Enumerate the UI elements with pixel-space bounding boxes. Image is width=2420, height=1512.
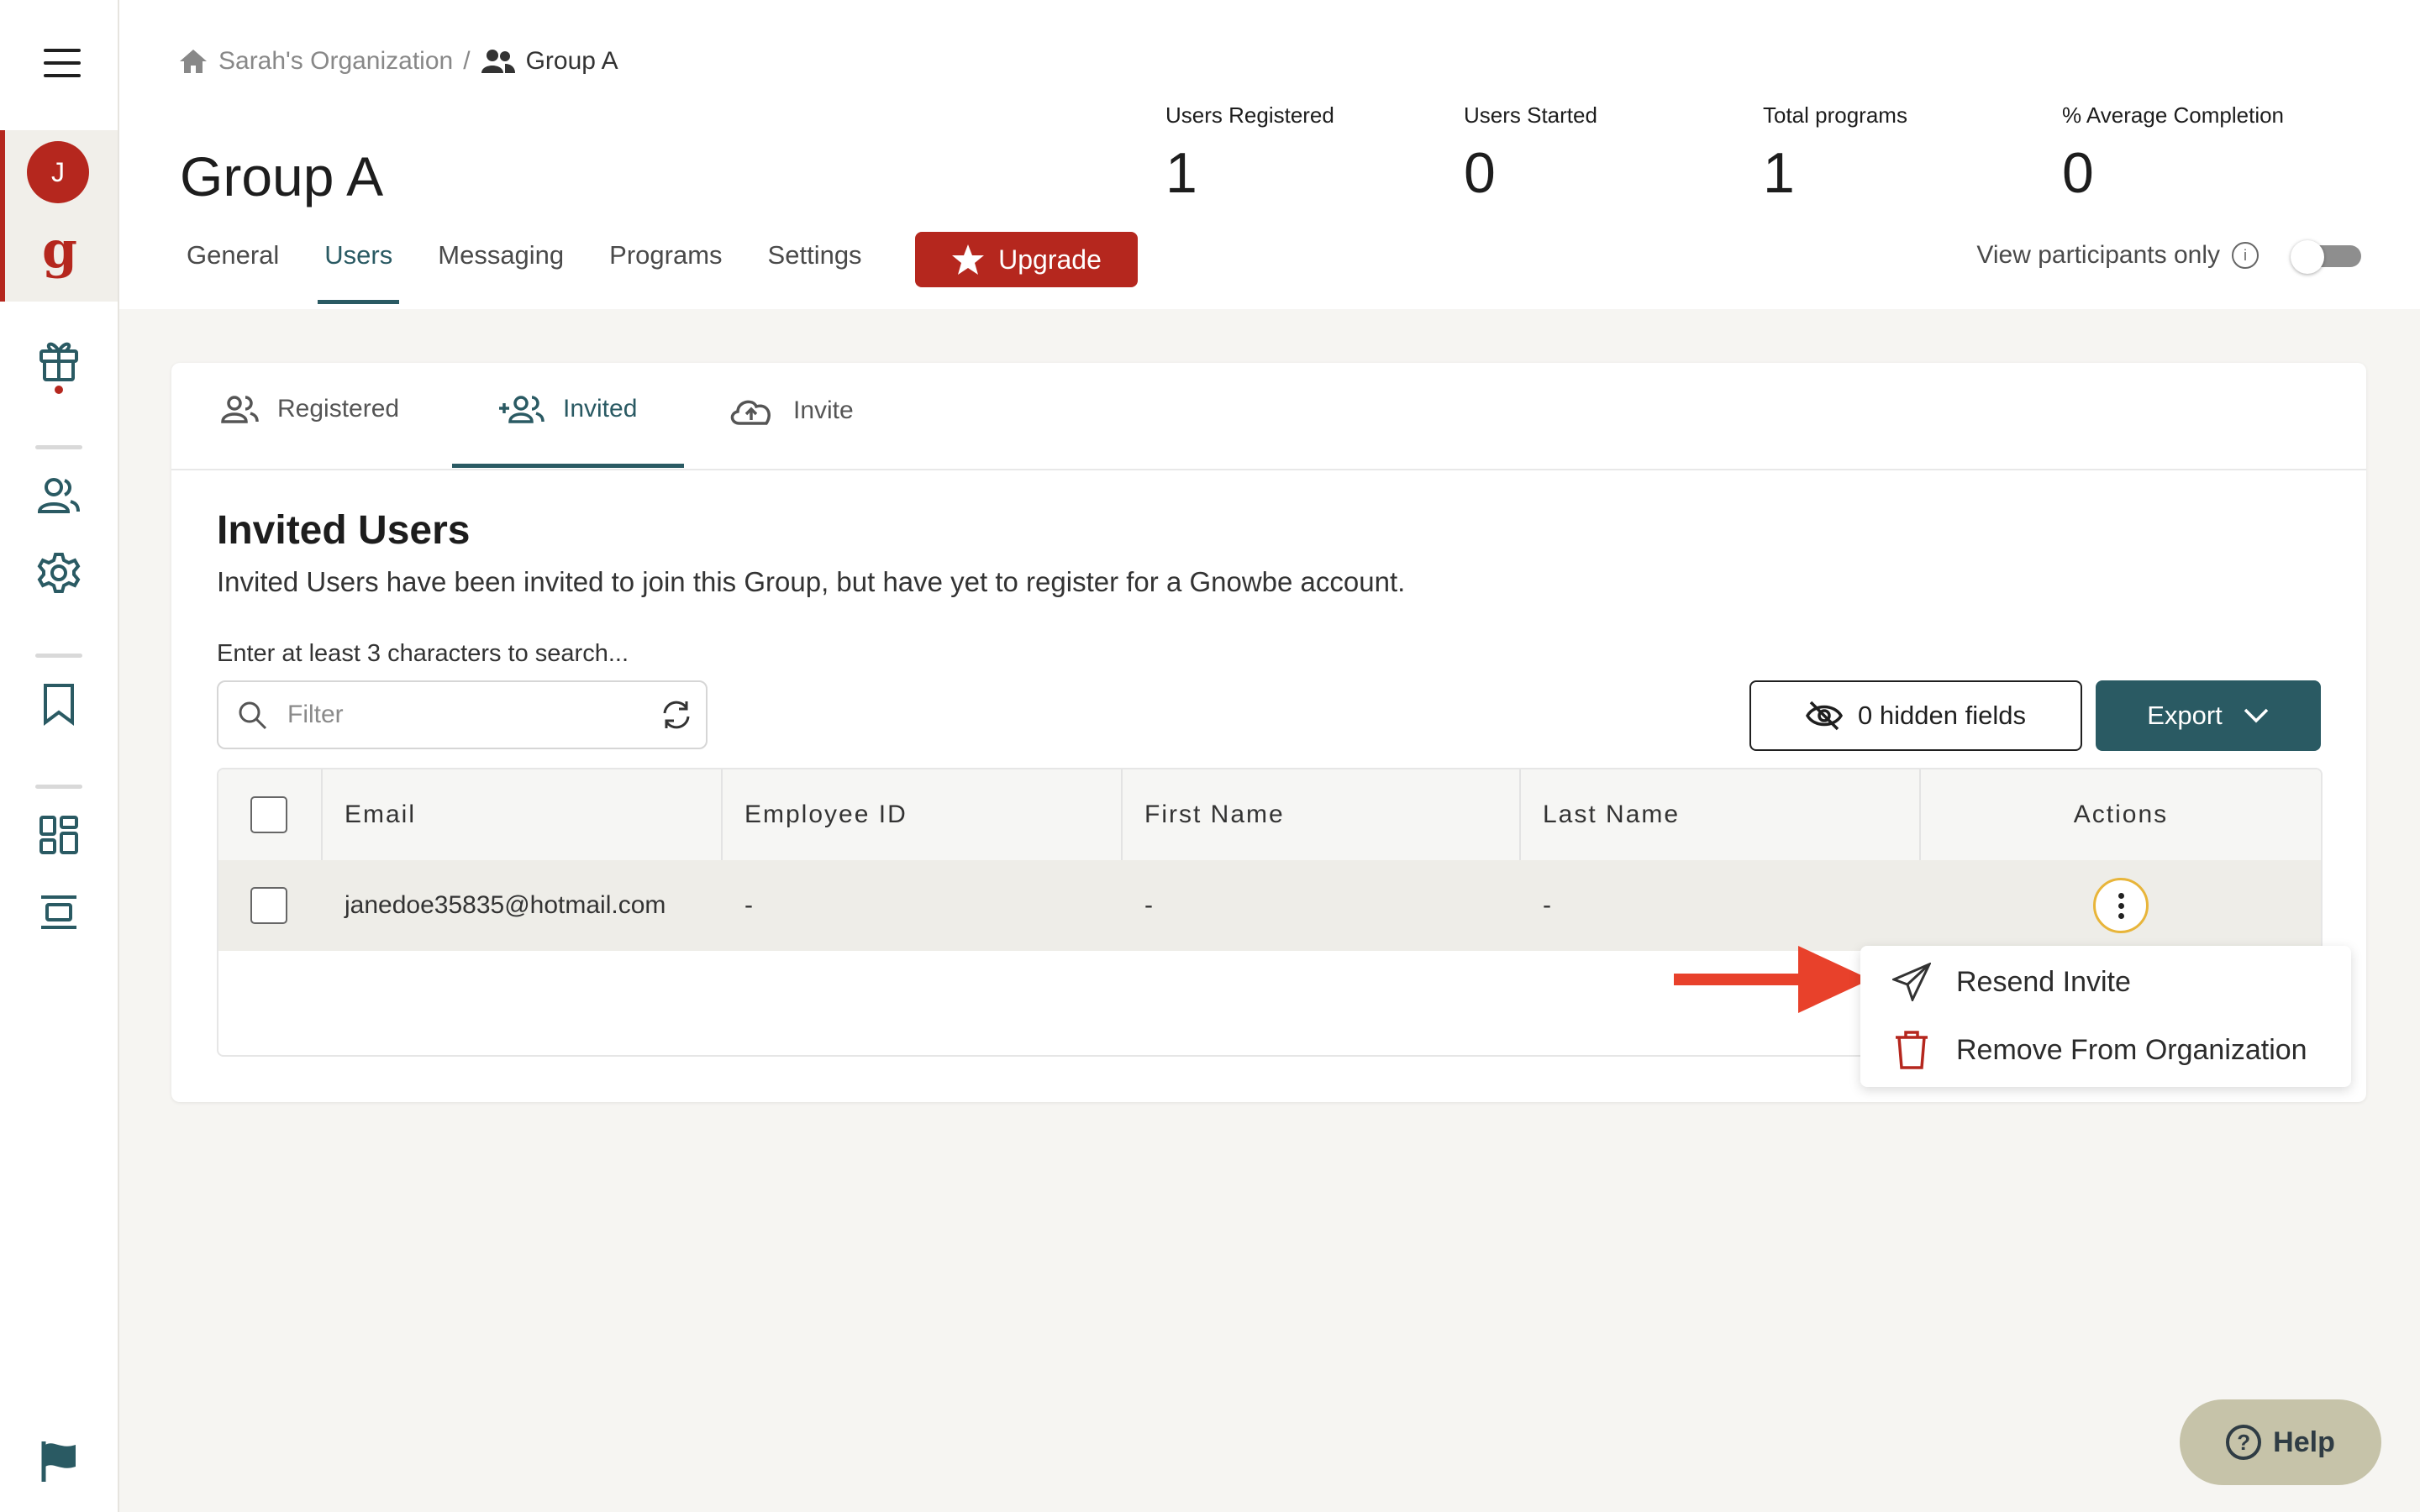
- header-select-cell: [218, 769, 323, 860]
- section-title: Invited Users: [217, 508, 471, 553]
- subtab-label: Invite: [793, 396, 854, 424]
- breadcrumb-org-link[interactable]: Sarah's Organization: [218, 47, 453, 76]
- bookmark-icon[interactable]: [34, 679, 84, 729]
- info-icon[interactable]: i: [2232, 242, 2259, 269]
- view-participants-label: View participants only: [1976, 241, 2220, 269]
- eye-off-icon: [1806, 701, 1844, 731]
- group-icon: [481, 50, 515, 73]
- send-icon: [1892, 963, 1931, 1001]
- subtab-registered[interactable]: Registered: [220, 395, 399, 423]
- group-tabs: General Users Messaging Programs Setting…: [187, 240, 908, 304]
- rail-separator: [35, 654, 82, 658]
- page-header: Sarah's Organization / Group A Group A U…: [119, 0, 2420, 309]
- column-header-last-name[interactable]: Last Name: [1521, 769, 1921, 860]
- stat-users-started: Users Started 0: [1464, 102, 1733, 206]
- user-subtabs: Registered Invited Invite: [171, 363, 2366, 470]
- page-title: Group A: [180, 145, 384, 207]
- star-icon: [952, 244, 985, 275]
- menu-item-label: Remove From Organization: [1956, 1033, 2307, 1066]
- help-icon: ?: [2226, 1425, 2262, 1460]
- tab-messaging[interactable]: Messaging: [438, 240, 564, 304]
- search-hint: Enter at least 3 characters to search...: [217, 640, 629, 667]
- row-actions-menu: Resend Invite Remove From Organization: [1860, 946, 2351, 1087]
- table-row: janedoe35835@hotmail.com - - -: [218, 860, 2321, 951]
- home-icon: [180, 50, 207, 73]
- export-label: Export: [2147, 701, 2223, 730]
- stat-label: Users Registered: [1165, 102, 1334, 128]
- cell-last-name: -: [1543, 891, 1551, 919]
- cell-employee-id: -: [744, 891, 753, 919]
- breadcrumb: Sarah's Organization / Group A: [178, 47, 618, 76]
- users-icon: [221, 396, 259, 423]
- help-button[interactable]: ? Help: [2180, 1399, 2381, 1485]
- stat-average-completion: % Average Completion 0: [2062, 102, 2331, 206]
- column-header-email[interactable]: Email: [323, 769, 723, 860]
- subtab-label: Invited: [563, 395, 638, 423]
- menu-item-label: Resend Invite: [1956, 965, 2131, 998]
- flag-icon[interactable]: [34, 1436, 84, 1487]
- table-header: Email Employee ID First Name Last Name A…: [218, 769, 2321, 862]
- avatar[interactable]: J: [27, 141, 89, 203]
- help-label: Help: [2273, 1425, 2335, 1458]
- cell-actions: [1921, 860, 2321, 951]
- view-participants-toggle[interactable]: [2291, 240, 2361, 274]
- refresh-icon[interactable]: [647, 698, 706, 732]
- stat-value: 0: [1464, 141, 1496, 205]
- stat-total-programs: Total programs 1: [1763, 102, 2032, 206]
- filter-input[interactable]: [286, 700, 647, 730]
- row-actions-button[interactable]: [2093, 878, 2149, 933]
- subtab-invited[interactable]: Invited: [497, 395, 637, 423]
- breadcrumb-current: Group A: [525, 47, 618, 75]
- filter-box: [217, 680, 708, 749]
- select-all-checkbox[interactable]: [250, 796, 287, 833]
- row-checkbox[interactable]: [250, 887, 287, 924]
- tab-users[interactable]: Users: [318, 240, 400, 304]
- subtab-label: Registered: [277, 395, 400, 423]
- rail-separator: [35, 785, 82, 789]
- stat-value: 1: [1763, 141, 1795, 205]
- stat-label: % Average Completion: [2062, 102, 2285, 128]
- menu-item-remove-from-organization[interactable]: Remove From Organization: [1892, 1030, 2307, 1070]
- rail-separator: [35, 445, 82, 449]
- upgrade-label: Upgrade: [998, 244, 1102, 275]
- cell-first-name: -: [1144, 891, 1153, 919]
- subtab-invite[interactable]: Invite: [728, 395, 854, 427]
- cell-email: janedoe35835@hotmail.com: [345, 891, 666, 919]
- trash-icon: [1896, 1031, 1928, 1069]
- stat-value: 1: [1165, 141, 1197, 205]
- hidden-fields-button[interactable]: 0 hidden fields: [1749, 680, 2082, 751]
- column-header-first-name[interactable]: First Name: [1123, 769, 1521, 860]
- hamburger-menu-icon[interactable]: [44, 49, 81, 82]
- dashboard-icon[interactable]: [34, 810, 84, 860]
- search-icon: [218, 699, 286, 731]
- section-description: Invited Users have been invited to join …: [217, 566, 1406, 597]
- chevron-down-icon: [2244, 708, 2269, 723]
- tab-general[interactable]: General: [187, 240, 279, 304]
- row-select-cell: [218, 860, 323, 951]
- menu-item-resend-invite[interactable]: Resend Invite: [1892, 963, 2131, 1001]
- annotation-arrow: [1674, 946, 1870, 1013]
- active-subtab-indicator: [452, 464, 684, 468]
- stat-label: Users Started: [1464, 102, 1597, 128]
- tab-settings[interactable]: Settings: [768, 240, 862, 304]
- users-icon[interactable]: [34, 470, 84, 521]
- gnowbe-logo[interactable]: g: [42, 225, 77, 276]
- export-button[interactable]: Export: [2096, 680, 2321, 751]
- upgrade-button[interactable]: Upgrade: [915, 232, 1138, 287]
- left-rail: J g: [0, 0, 119, 1512]
- stat-label: Total programs: [1763, 102, 1907, 128]
- stat-value: 0: [2062, 141, 2094, 205]
- column-header-employee-id[interactable]: Employee ID: [723, 769, 1123, 860]
- column-header-actions: Actions: [2073, 801, 2169, 828]
- add-users-icon: [499, 396, 544, 423]
- hidden-fields-label: 0 hidden fields: [1858, 701, 2026, 730]
- layout-icon[interactable]: [34, 887, 84, 937]
- breadcrumb-separator: /: [463, 47, 471, 75]
- gift-icon[interactable]: [34, 340, 84, 394]
- tab-programs[interactable]: Programs: [609, 240, 722, 304]
- view-participants-toggle-group: View participants only i: [1976, 240, 2361, 274]
- cloud-upload-icon: [730, 400, 771, 425]
- stat-users-registered: Users Registered 1: [1165, 102, 1434, 206]
- gear-icon[interactable]: [34, 548, 84, 598]
